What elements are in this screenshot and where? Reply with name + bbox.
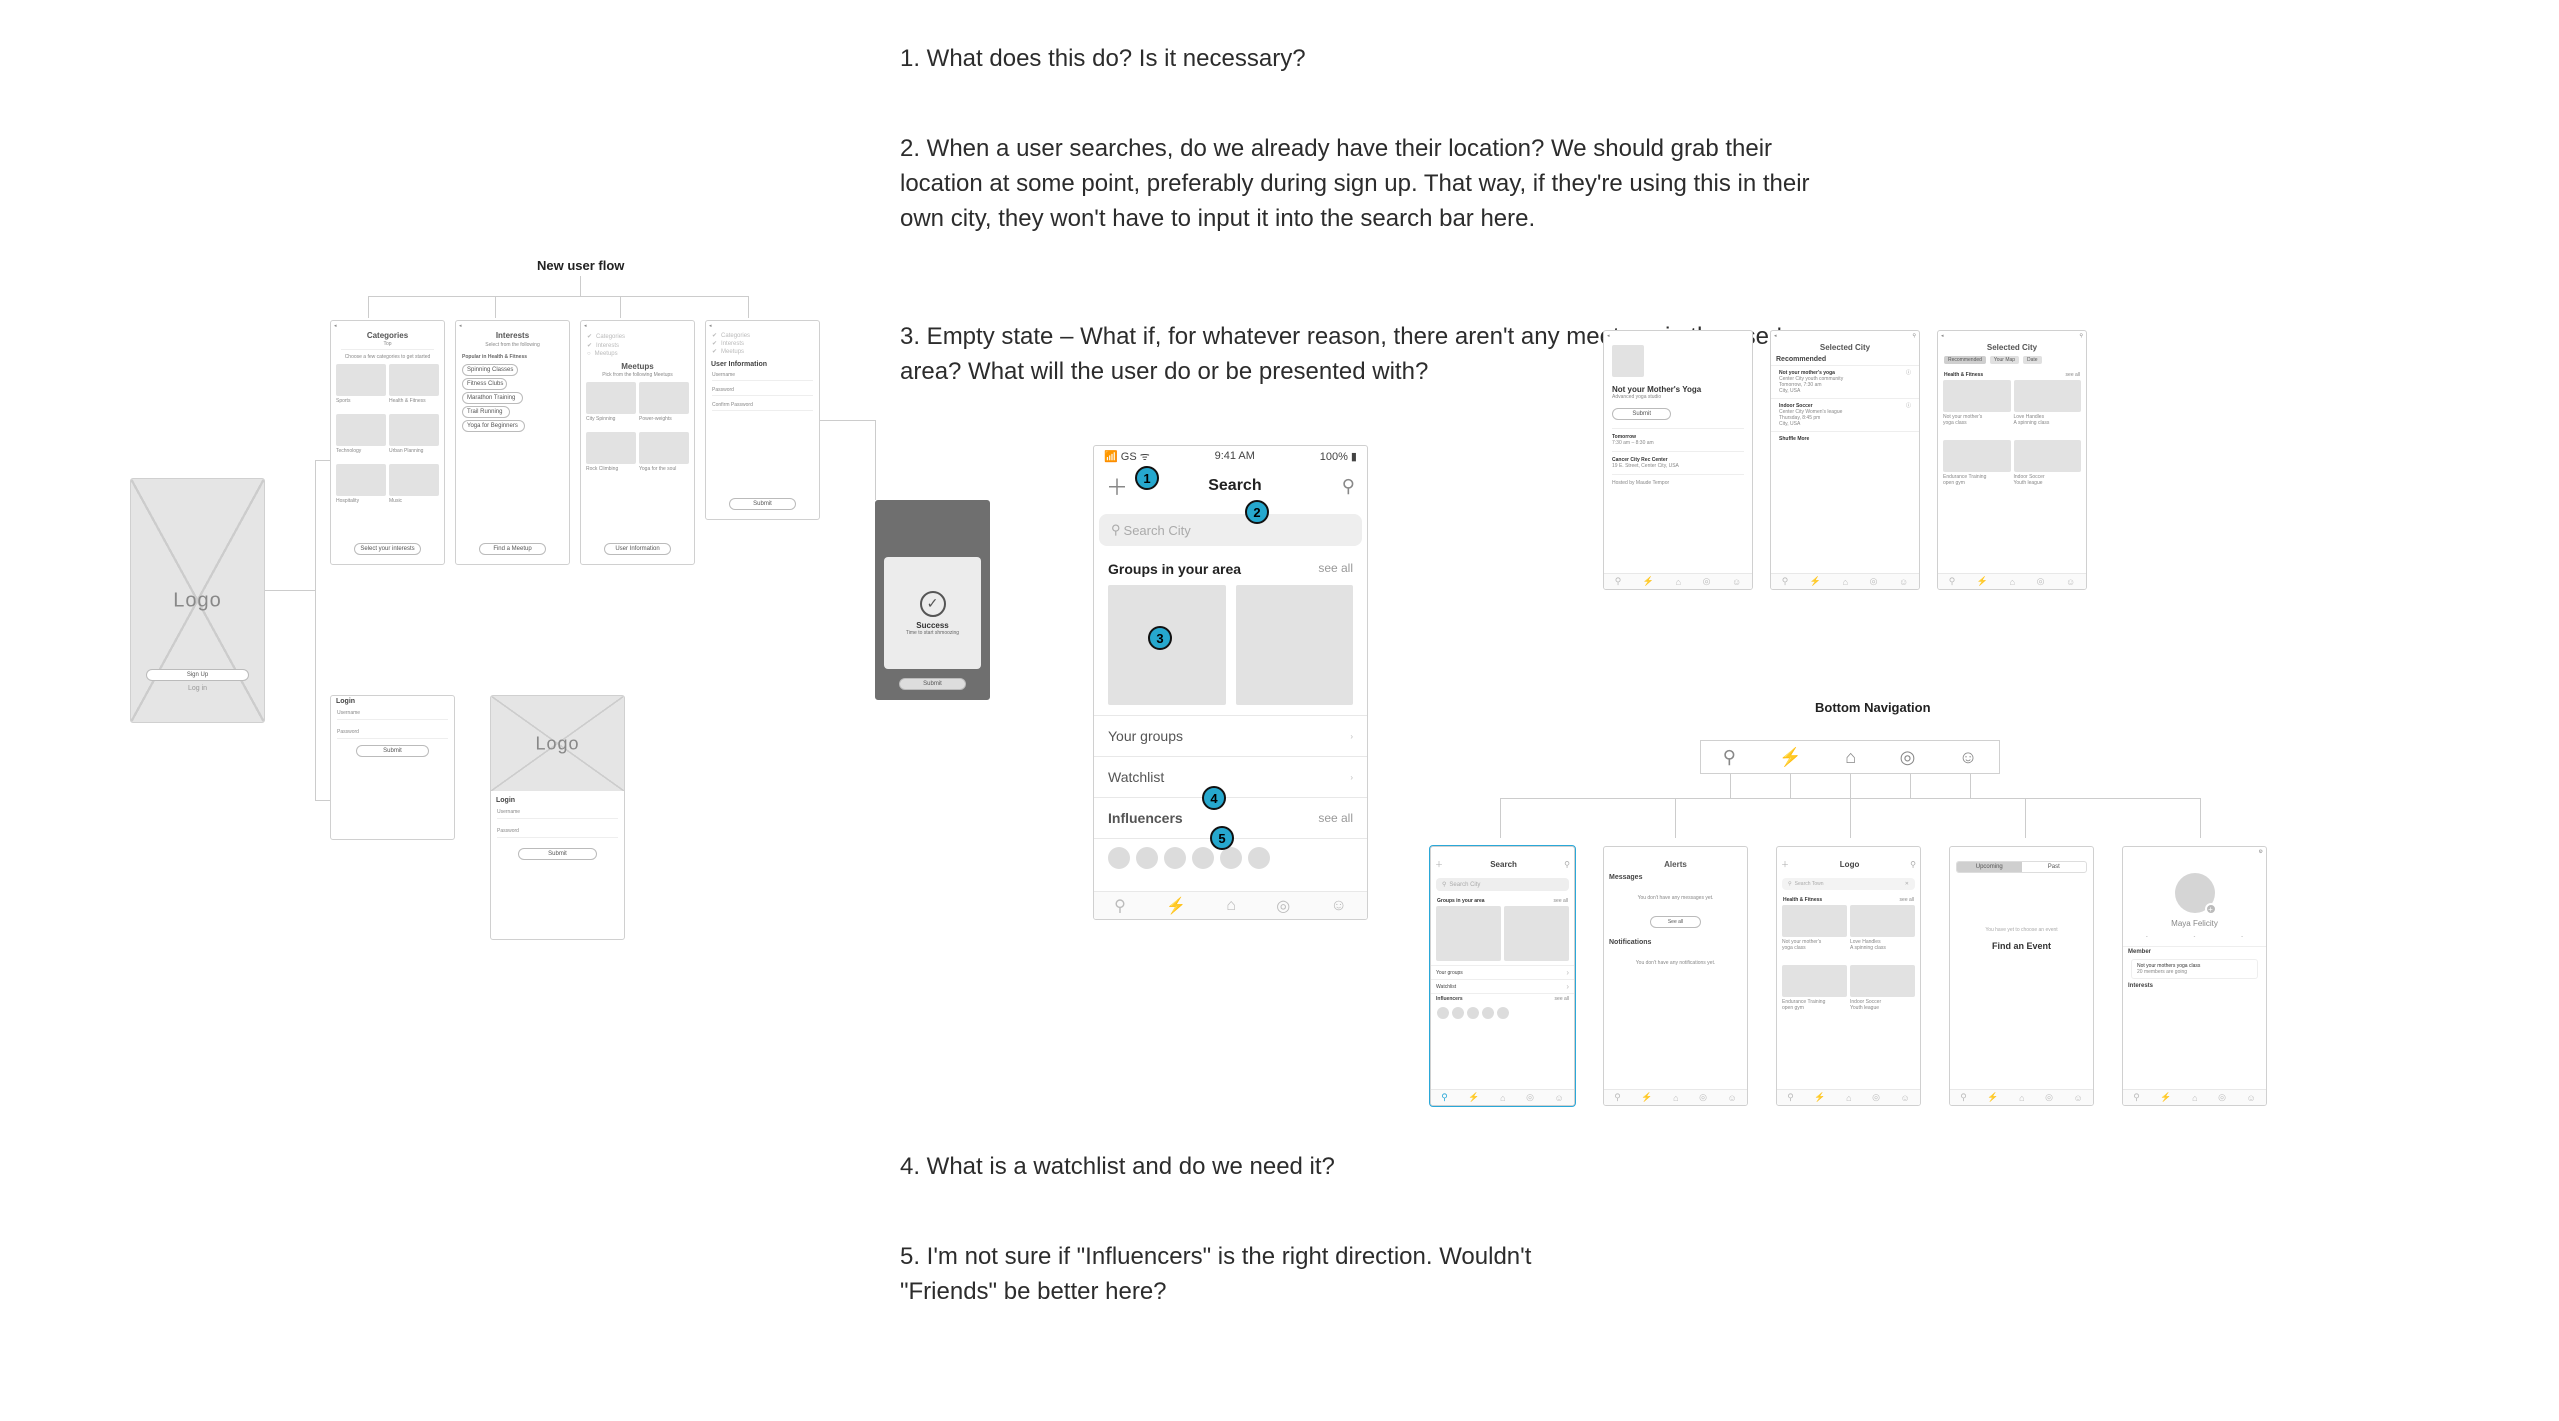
login-submit-button[interactable]: Submit (356, 745, 430, 757)
home-icon[interactable]: ⌂ (1226, 897, 1236, 915)
avatar[interactable] (1248, 847, 1270, 869)
bolt-icon[interactable]: ⚡ (1166, 896, 1186, 916)
login-link[interactable]: Log in (146, 685, 249, 692)
categories-tabs: Top (341, 341, 434, 350)
event-submit-button[interactable]: Submit (1612, 408, 1671, 420)
row-your-groups[interactable]: Your groups› (1094, 715, 1367, 756)
flow-title-bottom-nav: Bottom Navigation (1815, 700, 1931, 715)
bottom-nav: ⚲ ⚡ ⌂ ◎ ☺ (1094, 891, 1367, 919)
avatar[interactable] (1108, 847, 1130, 869)
home-icon[interactable]: ⌂ (1845, 747, 1856, 768)
row-watchlist[interactable]: Watchlist› (1094, 756, 1367, 797)
screen-selected-city-list: ◂⚲ Selected City Recommended Not your mo… (1770, 330, 1920, 590)
screen-nav-alerts: Alerts Messages You don't have any messa… (1603, 846, 1748, 1106)
screen-success: ✓ Success Time to start shmoozing Submit (875, 500, 990, 700)
avatar[interactable] (1220, 847, 1242, 869)
flow-title-new-user: New user flow (537, 258, 624, 273)
nav-icons-bar: ⚲ ⚡ ⌂ ◎ ☺ (1700, 740, 2000, 774)
search-input[interactable]: ⚲ Search City (1099, 514, 1362, 546)
screen-login-compact: Login Username Password Submit (330, 695, 455, 840)
bolt-icon[interactable]: ⚡ (1779, 747, 1801, 768)
screen-event-detail: ◂ Not your Mother's Yoga Advanced yoga s… (1603, 330, 1753, 590)
user-icon[interactable]: ☺ (1330, 897, 1346, 915)
find-event-button[interactable]: Find an Event (1950, 941, 2093, 951)
search-icon[interactable]: ⚲ (1114, 896, 1126, 916)
screen-search-main: 📶 GS ᯤ 9:41 AM 100% ▮ ＋ Search ⚲ ⚲ Searc… (1093, 445, 1368, 920)
categories-sub: Choose a few categories to get started (331, 350, 444, 364)
badge-4: 4 (1202, 786, 1226, 810)
search-icon[interactable]: ⚲ (1342, 476, 1355, 497)
people-icon[interactable]: ◎ (1276, 896, 1290, 916)
signup-button[interactable]: Sign Up (146, 669, 249, 681)
people-icon[interactable]: ◎ (1900, 747, 1916, 768)
see-all-link[interactable]: see all (1318, 561, 1353, 577)
avatar[interactable] (1164, 847, 1186, 869)
screen-categories: ◂ Categories Top Choose a few categories… (330, 320, 445, 565)
badge-1: 1 (1135, 466, 1159, 490)
screen-user-info: ◂ ✔Categories ✔Interests ✔Meetups User I… (705, 320, 820, 520)
screen-nav-calendar: Upcoming Past You have yet to choose an … (1949, 846, 2094, 1106)
badge-3: 3 (1148, 626, 1172, 650)
select-interests-button[interactable]: Select your interests (354, 543, 422, 555)
user-info-button[interactable]: User Information (604, 543, 672, 555)
annotation-1: 1. What does this do? Is it necessary? (900, 42, 1306, 77)
badge-5: 5 (1210, 826, 1234, 850)
groups-header: Groups in your area (1108, 561, 1241, 577)
search-glyph-icon: ⚲ (1111, 522, 1121, 538)
screen-splash: Logo Sign Up Log in (130, 478, 265, 723)
screen-login-full: Logo Login Username Password Submit (490, 695, 625, 940)
screen-nav-search: ＋Search⚲ ⚲Search City Groups in your are… (1430, 846, 1575, 1106)
interests-title: Interests (456, 331, 569, 340)
search-icon[interactable]: ⚲ (1723, 747, 1736, 768)
screen-nav-home: ＋Logo⚲ ⚲Search Town✕ Health & Fitnesssee… (1776, 846, 1921, 1106)
avatar[interactable] (1136, 847, 1158, 869)
check-icon: ✓ (920, 591, 946, 617)
find-meetup-button[interactable]: Find a Meetup (479, 543, 547, 555)
plus-icon[interactable]: ＋ (1106, 470, 1128, 502)
annotation-5: 5. I'm not sure if "Influencers" is the … (900, 1240, 1600, 1310)
screen-interests: ◂ Interests Select from the following Po… (455, 320, 570, 565)
group-card[interactable] (1236, 585, 1354, 705)
success-submit-button[interactable]: Submit (899, 678, 967, 690)
login-submit-button-2[interactable]: Submit (518, 848, 598, 860)
screen-selected-city-grid: ◂⚲ Selected City Recommended Your Map Da… (1937, 330, 2087, 590)
categories-title: Categories (331, 331, 444, 341)
search-title: Search (1208, 477, 1261, 495)
profile-avatar[interactable]: + (2175, 873, 2215, 913)
avatar[interactable] (1192, 847, 1214, 869)
submit-user-info-button[interactable]: Submit (729, 498, 797, 510)
screen-meetups: ◂ ✔Categories ✔Interests ○Meetups Meetup… (580, 320, 695, 565)
annotation-2: 2. When a user searches, do we already h… (900, 132, 1850, 236)
annotation-4: 4. What is a watchlist and do we need it… (900, 1150, 1335, 1185)
badge-2: 2 (1245, 500, 1269, 524)
logo-text: Logo (173, 589, 222, 612)
user-icon[interactable]: ☺ (1959, 747, 1977, 768)
screen-nav-profile: ⚙ + Maya Felicity --- Member Not your mo… (2122, 846, 2267, 1106)
